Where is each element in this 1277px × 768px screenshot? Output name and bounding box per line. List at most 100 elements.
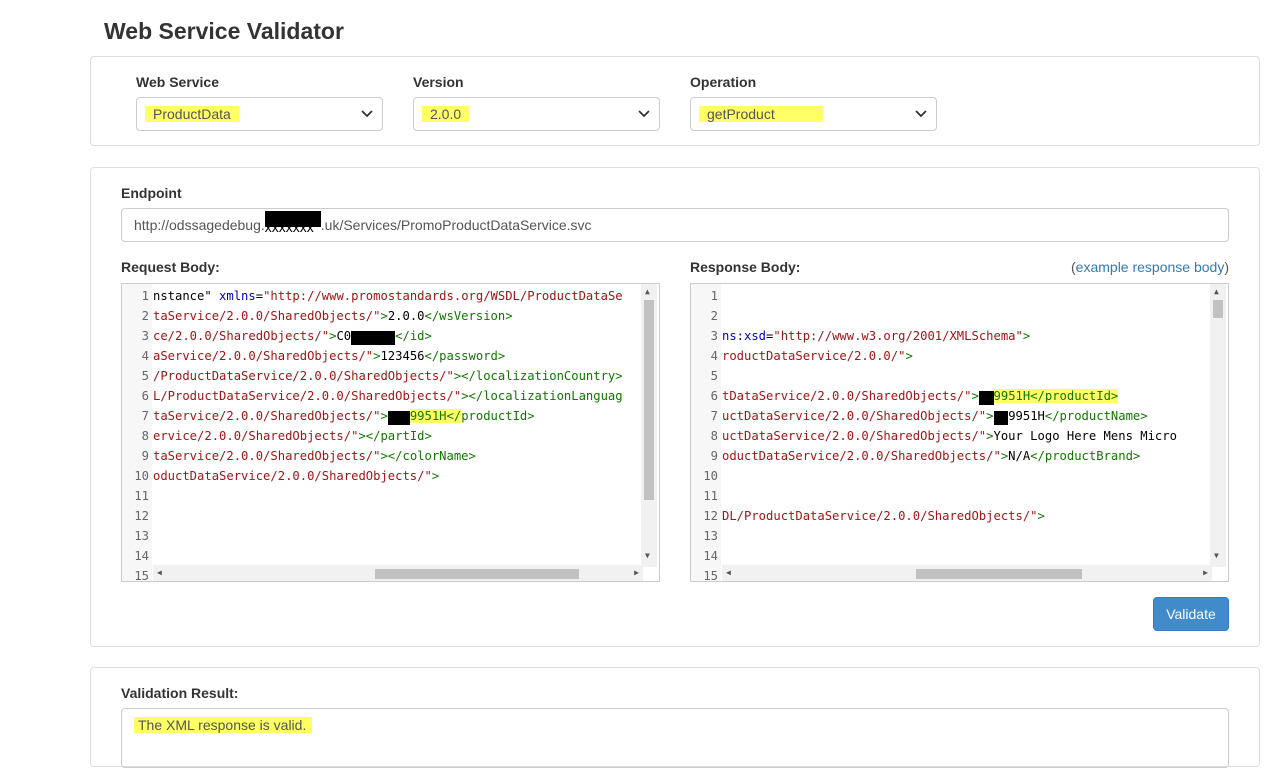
code-token: xmlns	[219, 289, 256, 303]
chevron-down-icon	[915, 110, 927, 118]
response-hscroll-thumb[interactable]	[916, 569, 1082, 579]
line-number: 11	[703, 489, 718, 503]
request-hscroll-thumb[interactable]	[375, 569, 579, 579]
code-token: </password>	[424, 349, 506, 363]
code-token: roductDataService/2.0.0/"	[722, 349, 906, 363]
code-token: L/ProductDataService/2.0.0/SharedObjects…	[153, 389, 462, 403]
operation-select[interactable]: getProduct	[690, 97, 937, 131]
page-title: Web Service Validator	[104, 18, 344, 44]
line-number: 4	[710, 349, 718, 363]
scroll-arrow-right-icon[interactable]: ▶	[1203, 569, 1208, 577]
code-token: ></colorName>	[380, 449, 476, 463]
version-value: 2.0.0	[422, 106, 470, 122]
example-response-note: (example response body)	[1071, 259, 1229, 275]
line-number: 14	[703, 549, 718, 563]
code-token: ></partId>	[358, 429, 432, 443]
version-select[interactable]: 2.0.0	[413, 97, 660, 131]
code-token: productId>	[461, 409, 535, 423]
code-token: ></localizationCountry>	[453, 369, 623, 383]
line-number: 14	[134, 549, 149, 563]
endpoint-label: Endpoint	[121, 185, 182, 201]
code-line: oductDataService/2.0.0/SharedObjects/">N…	[722, 449, 1140, 463]
code-token: 2.0.0	[387, 309, 425, 323]
scroll-arrow-left-icon[interactable]: ◀	[157, 569, 162, 577]
code-token: >	[431, 469, 440, 483]
request-body-editor[interactable]: 1 2 3 4 5 6 7 8 9 10 11 12 13 14 15 nstance" xmlns="ht…	[121, 283, 660, 582]
code-token: uctDataService/2.0.0/SharedObjects/"	[722, 409, 987, 423]
code-line: roductDataService/2.0.0/">	[722, 349, 913, 363]
code-line: taService/2.0.0/SharedObjects/">2.0.0</w…	[153, 309, 513, 323]
code-token: </productName>	[1044, 409, 1148, 423]
code-token: 9951H	[1008, 409, 1045, 423]
version-label: Version	[413, 74, 464, 90]
code-line: taService/2.0.0/SharedObjects/">XXX9951H…	[153, 409, 535, 425]
code-token: oductDataService/2.0.0/SharedObjects/"	[153, 469, 432, 483]
operation-label: Operation	[690, 74, 757, 90]
response-body-editor[interactable]: 1 2 3 4 5 6 7 8 9 10 11 12 13 14 15 ns:xsd="http://www…	[690, 283, 1229, 582]
scroll-arrow-up-icon[interactable]: ▲	[1214, 288, 1219, 296]
code-token: >	[380, 309, 388, 323]
code-token: taService/2.0.0/SharedObjects/"	[153, 309, 381, 323]
line-number: 3	[710, 329, 718, 343]
code-token: </productBrand>	[1030, 449, 1141, 463]
response-horizontal-scrollbar[interactable]: ◀ ▶	[722, 565, 1212, 581]
redacted-block: XXXXXX	[351, 331, 396, 345]
scroll-arrow-down-icon[interactable]: ▼	[645, 552, 650, 560]
code-line: L/ProductDataService/2.0.0/SharedObjects…	[153, 389, 623, 403]
code-token: "http://www.promostandards.org/WSDL/Prod…	[263, 289, 623, 303]
line-number: 9	[141, 449, 149, 463]
code-line: uctDataService/2.0.0/SharedObjects/">You…	[722, 429, 1177, 443]
line-number: 12	[703, 509, 718, 523]
code-token: aService/2.0.0/SharedObjects/"	[153, 349, 374, 363]
line-number: 8	[141, 429, 149, 443]
code-line: tDataService/2.0.0/SharedObjects/">XX995…	[722, 389, 1119, 405]
code-token: uctDataService/2.0.0/SharedObjects/"	[722, 429, 987, 443]
request-horizontal-scrollbar[interactable]: ◀ ▶	[153, 565, 643, 581]
response-vertical-scrollbar[interactable]: ▲ ▼	[1210, 284, 1226, 567]
code-line: oductDataService/2.0.0/SharedObjects/">	[153, 469, 439, 483]
code-line: taService/2.0.0/SharedObjects/"></colorN…	[153, 449, 476, 463]
code-token: /ProductDataService/2.0.0/SharedObjects/…	[153, 369, 454, 383]
code-line: ns:xsd="http://www.w3.org/2001/XMLSchema…	[722, 329, 1030, 343]
line-number: 7	[141, 409, 149, 423]
request-vertical-scrollbar[interactable]: ▲ ▼	[641, 284, 657, 567]
request-body-label: Request Body:	[121, 259, 220, 275]
chevron-down-icon	[638, 110, 650, 118]
response-vscroll-thumb[interactable]	[1213, 300, 1223, 318]
line-number: 5	[710, 369, 718, 383]
line-number: 7	[710, 409, 718, 423]
chevron-down-icon	[361, 110, 373, 118]
line-number: 11	[134, 489, 149, 503]
line-number: 2	[710, 309, 718, 323]
line-number: 15	[703, 569, 718, 582]
code-token: =	[255, 289, 264, 303]
line-number: 15	[134, 569, 149, 582]
code-token: nstance"	[153, 289, 220, 303]
line-number: 1	[141, 289, 149, 303]
line-number: 10	[134, 469, 149, 483]
web-service-value: ProductData	[145, 106, 239, 122]
code-token: ></localizationLanguag	[461, 389, 623, 403]
line-number: 2	[141, 309, 149, 323]
validate-button[interactable]: Validate	[1153, 597, 1229, 631]
scroll-arrow-left-icon[interactable]: ◀	[726, 569, 731, 577]
code-token: </id>	[395, 329, 432, 343]
scroll-arrow-down-icon[interactable]: ▼	[1214, 552, 1219, 560]
validation-result-label: Validation Result:	[121, 685, 239, 701]
line-number: 12	[134, 509, 149, 523]
scroll-arrow-up-icon[interactable]: ▲	[645, 288, 650, 296]
code-token: tDataService/2.0.0/SharedObjects/"	[722, 389, 972, 403]
web-service-select[interactable]: ProductData	[136, 97, 383, 131]
code-token: >	[380, 409, 388, 423]
code-token: >	[1022, 329, 1031, 343]
request-vscroll-thumb[interactable]	[644, 300, 654, 500]
code-token: >	[971, 389, 979, 403]
code-line: aService/2.0.0/SharedObjects/">123456</p…	[153, 349, 505, 363]
line-number: 6	[710, 389, 718, 403]
code-token: taService/2.0.0/SharedObjects/"	[153, 449, 381, 463]
endpoint-input[interactable]: http://odssagedebug.xxxxxxx .uk/Services/…	[121, 208, 1229, 242]
scroll-arrow-right-icon[interactable]: ▶	[634, 569, 639, 577]
example-response-link[interactable]: example response body	[1076, 259, 1225, 275]
code-token: ervice/2.0.0/SharedObjects/"	[153, 429, 359, 443]
code-token: >	[905, 349, 913, 363]
